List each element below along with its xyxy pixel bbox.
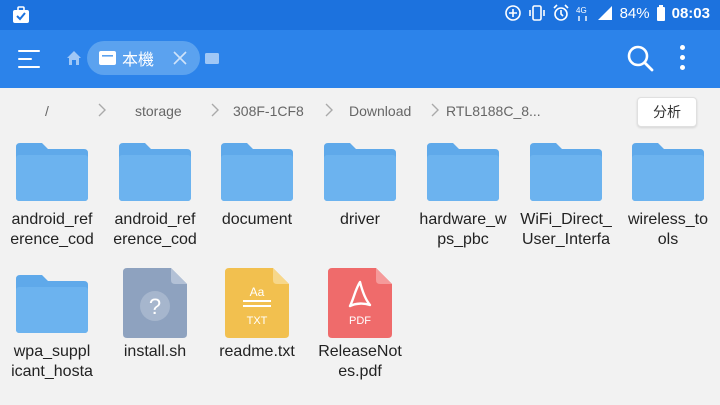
file-name: document bbox=[221, 211, 293, 228]
svg-text:Aa: Aa bbox=[250, 285, 265, 299]
pdf-file-icon: PDF bbox=[328, 268, 392, 338]
close-icon[interactable] bbox=[172, 50, 188, 66]
chevron-right-icon bbox=[431, 103, 439, 117]
list-item[interactable]: wpa_suppl icant_hosta bbox=[2, 266, 102, 382]
svg-text:TXT: TXT bbox=[247, 315, 268, 327]
file-name: ReleaseNot bbox=[318, 343, 402, 360]
file-name: hardware_w bbox=[419, 211, 507, 228]
file-name-cont: User_Interfa bbox=[521, 231, 611, 248]
text-file-icon: Aa TXT bbox=[225, 268, 289, 338]
chevron-right-icon bbox=[211, 103, 219, 117]
list-item[interactable]: android_ref erence_cod bbox=[105, 134, 205, 250]
folder-icon bbox=[427, 143, 499, 201]
briefcase-check-icon bbox=[12, 6, 30, 24]
home-icon[interactable] bbox=[66, 50, 82, 66]
file-name: readme.txt bbox=[219, 343, 295, 360]
location-chip[interactable]: 本機 bbox=[87, 41, 200, 75]
breadcrumb-item-root[interactable]: / bbox=[45, 103, 49, 119]
more-vert-icon[interactable] bbox=[678, 44, 688, 72]
menu-icon[interactable] bbox=[18, 47, 44, 71]
breadcrumb-item-storage[interactable]: storage bbox=[135, 103, 182, 119]
list-item[interactable]: document bbox=[207, 134, 307, 230]
file-name: WiFi_Direct_ bbox=[520, 211, 612, 228]
window-icon[interactable] bbox=[205, 51, 219, 65]
folder-icon bbox=[324, 143, 396, 201]
file-name: android_ref bbox=[11, 211, 93, 228]
file-name-cont: erence_cod bbox=[10, 231, 94, 248]
folder-icon bbox=[221, 143, 293, 201]
folder-icon bbox=[119, 143, 191, 201]
list-item[interactable]: android_ref erence_cod bbox=[2, 134, 102, 250]
tablet-icon bbox=[99, 51, 116, 65]
file-name-cont: ols bbox=[657, 231, 679, 248]
folder-icon bbox=[632, 143, 704, 201]
file-name: wireless_to bbox=[627, 211, 709, 228]
svg-text:?: ? bbox=[149, 294, 161, 319]
list-item[interactable]: hardware_w ps_pbc bbox=[413, 134, 513, 250]
list-item[interactable]: PDF ReleaseNot es.pdf bbox=[310, 266, 410, 382]
svg-text:PDF: PDF bbox=[349, 315, 371, 327]
breadcrumb: / storage 308F-1CF8 Download RTL8188C_8.… bbox=[0, 88, 720, 134]
file-name-cont: es.pdf bbox=[338, 363, 382, 380]
file-name: android_ref bbox=[114, 211, 196, 228]
file-name: wpa_suppl bbox=[13, 343, 91, 360]
file-name-cont: icant_hosta bbox=[11, 363, 93, 380]
unknown-file-icon: ? bbox=[123, 268, 187, 338]
location-label: 本機 bbox=[122, 52, 155, 69]
file-name-cont: erence_cod bbox=[113, 231, 197, 248]
search-icon[interactable] bbox=[626, 44, 654, 72]
battery-icon bbox=[656, 4, 666, 22]
folder-icon bbox=[16, 275, 88, 333]
file-grid: android_ref erence_cod android_ref erenc… bbox=[0, 134, 720, 405]
vibrate-icon bbox=[528, 4, 546, 22]
list-item[interactable]: ? install.sh bbox=[105, 266, 205, 362]
add-circle-icon bbox=[504, 4, 522, 22]
clock: 08:03 bbox=[671, 4, 710, 22]
breadcrumb-item-volume[interactable]: 308F-1CF8 bbox=[233, 103, 304, 119]
list-item[interactable]: driver bbox=[310, 134, 410, 230]
file-name: install.sh bbox=[123, 343, 187, 360]
file-name: driver bbox=[339, 211, 380, 228]
4g-icon: 4G bbox=[576, 4, 590, 22]
toolbar: 本機 bbox=[0, 30, 720, 88]
analyze-button[interactable]: 分析 bbox=[637, 97, 697, 127]
signal-icon bbox=[596, 4, 614, 22]
chevron-right-icon bbox=[98, 103, 106, 117]
list-item[interactable]: WiFi_Direct_ User_Interfa bbox=[516, 134, 616, 250]
list-item[interactable]: wireless_to ols bbox=[618, 134, 718, 250]
breadcrumb-item-current[interactable]: RTL8188C_8... bbox=[446, 103, 541, 119]
folder-icon bbox=[16, 143, 88, 201]
chevron-right-icon bbox=[325, 103, 333, 117]
list-item[interactable]: Aa TXT readme.txt bbox=[207, 266, 307, 362]
file-name-cont: ps_pbc bbox=[437, 231, 489, 248]
folder-icon bbox=[530, 143, 602, 201]
alarm-icon bbox=[552, 4, 570, 22]
breadcrumb-item-download[interactable]: Download bbox=[349, 103, 411, 119]
battery-level: 84% bbox=[619, 4, 650, 22]
status-bar: 4G 84% 08:03 bbox=[0, 0, 720, 30]
svg-text:4G: 4G bbox=[576, 6, 587, 15]
